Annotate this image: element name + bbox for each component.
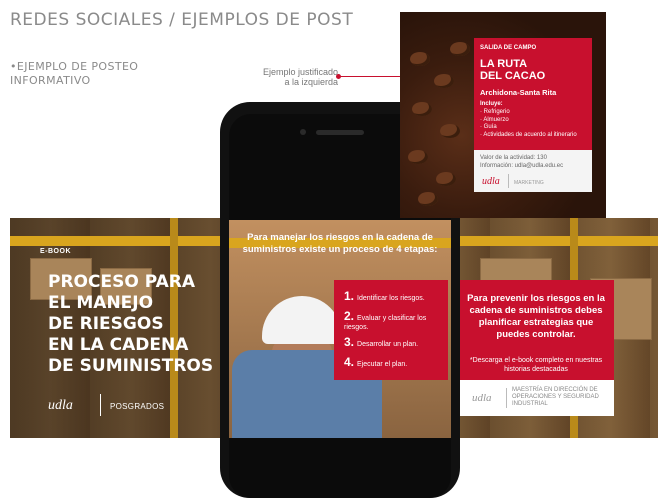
list-item: · Refrigerio <box>480 109 510 115</box>
coffee-title: LA RUTA DEL CACAO <box>480 58 590 82</box>
logo-divider <box>506 388 507 408</box>
subtitle-line: •EJEMPLO DE POSTEO <box>10 60 139 73</box>
coffee-bean <box>410 52 430 66</box>
udla-logo: udla <box>482 176 500 187</box>
coffee-includes-list: · Refrigerio · Almuerzo · Guía · Activid… <box>480 109 590 139</box>
coffee-tag: SALIDA DE CAMPO <box>480 45 537 51</box>
post-type-label: •EJEMPLO DE POSTEO INFORMATIVO <box>10 60 138 88</box>
ebook-title-line: EL MANEJO <box>48 293 154 313</box>
ebook-title-line: PROCESO PARA <box>48 272 196 292</box>
udla-logo: udla <box>472 392 492 404</box>
annotation-label: Ejemplo justificado a la izquierda <box>250 67 338 87</box>
step-item: 1. Identificar los riesgos. <box>344 289 444 303</box>
step-item: 2. Evaluar y clasificar los riesgos. <box>344 309 444 332</box>
coffee-details: Valor de la actividad: 130 Información: … <box>480 154 590 170</box>
brand-label: MARKETING <box>514 180 544 186</box>
coffee-location: Archidona-Santa Rita <box>480 88 557 97</box>
annotation-line: a la izquierda <box>284 77 338 87</box>
ebook-title: PROCESO PARA EL MANEJO DE RIESGOS EN LA … <box>48 272 248 377</box>
step-text: Ejecutar el plan. <box>357 361 408 368</box>
subtitle-line: INFORMATIVO <box>10 74 91 87</box>
step-text: Identificar los riesgos. <box>357 295 425 302</box>
program-label: MAESTRÍA EN DIRECCIÓN DE OPERACIONES Y S… <box>512 387 599 407</box>
coffee-bean <box>418 192 438 206</box>
coffee-bean <box>450 42 470 56</box>
tips-note: *Descarga el e-book completo en nuestras… <box>469 357 603 373</box>
annotation-pointer <box>338 76 408 77</box>
ebook-title-line: EN LA CADENA <box>48 335 189 355</box>
step-item: 3. Desarrollar un plan. <box>344 335 444 349</box>
coffee-includes-label: Incluye: <box>480 101 503 107</box>
coffee-bean <box>408 150 428 164</box>
coffee-value: Valor de la actividad: 130 <box>480 155 547 161</box>
annotation-dot <box>336 74 341 79</box>
brand-label: POSGRADOS <box>110 402 165 411</box>
steps-headline: Para manejar los riesgos en la cadena de… <box>242 232 438 255</box>
annotation-line: Ejemplo justificado <box>262 67 338 77</box>
coffee-bean <box>412 102 432 116</box>
coffee-title-line: DEL CACAO <box>480 70 546 82</box>
camera-icon <box>300 129 306 135</box>
ebook-title-line: DE RIESGOS <box>48 314 164 334</box>
list-item: · Actividades de acuerdo al itinerario <box>480 131 577 138</box>
udla-logo: udla <box>48 398 73 413</box>
list-item: · Guía <box>480 124 497 130</box>
coffee-title-line: LA RUTA <box>480 58 528 70</box>
ebook-tag: E-BOOK <box>40 248 71 255</box>
page-title: REDES SOCIALES / EJEMPLOS DE POST <box>10 10 354 30</box>
step-text: Evaluar y clasificar los riesgos. <box>344 315 427 331</box>
logo-divider <box>100 394 101 416</box>
list-item: · Almuerzo <box>480 116 509 123</box>
step-number: 3. <box>344 335 355 349</box>
steps-box: 1. Identificar los riesgos. 2. Evaluar y c… <box>334 280 448 380</box>
coffee-bean <box>436 172 456 186</box>
step-number: 4. <box>344 355 355 369</box>
coffee-info: Información: udla@udla.edu.ec <box>480 163 564 169</box>
speaker-grille <box>316 130 364 135</box>
coffee-bean <box>434 74 454 88</box>
step-text: Desarrollar un plan. <box>357 341 419 348</box>
step-number: 1. <box>344 289 355 303</box>
tips-text: Para prevenir los riesgos en la cadena d… <box>467 293 605 340</box>
coffee-bean <box>440 124 460 138</box>
logo-divider <box>508 174 509 188</box>
ebook-title-line: DE SUMINISTROS <box>48 356 214 376</box>
step-item: 4. Ejecutar el plan. <box>344 355 444 369</box>
step-number: 2. <box>344 309 355 323</box>
